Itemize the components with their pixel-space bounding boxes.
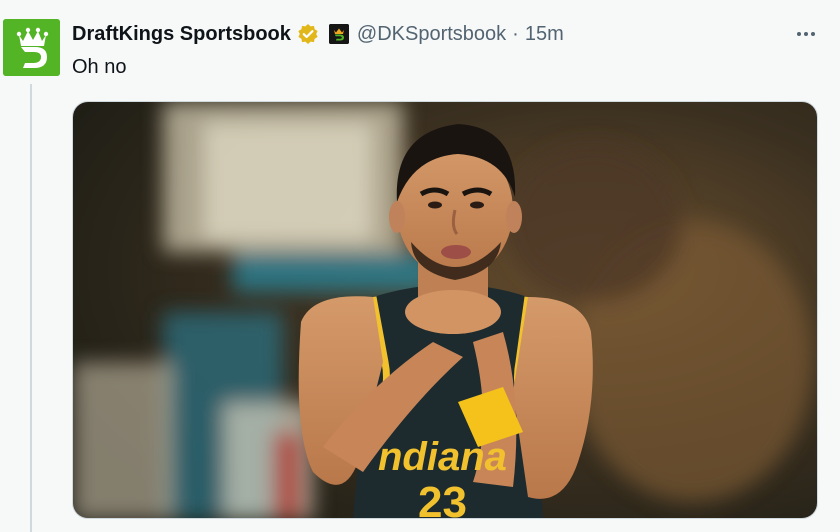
timestamp[interactable]: 15m — [525, 23, 564, 46]
tweet-header: DraftKings Sportsbook @DKSportsbook · 15… — [72, 20, 564, 48]
affiliate-badge-icon[interactable] — [328, 24, 349, 44]
jersey-text: ndiana — [378, 435, 507, 479]
handle[interactable]: @DKSportsbook — [357, 23, 506, 46]
avatar[interactable] — [3, 19, 60, 76]
tweet-media-image[interactable]: ndiana 23 — [72, 101, 818, 519]
jersey-number: 23 — [418, 478, 467, 519]
more-dots-icon[interactable] — [794, 22, 818, 46]
tweet-text: Oh no — [72, 56, 127, 78]
thread-line — [30, 84, 32, 532]
draftkings-crown-logo-icon — [3, 19, 60, 76]
verified-badge-icon[interactable] — [297, 23, 319, 45]
display-name[interactable]: DraftKings Sportsbook — [72, 23, 291, 46]
separator-dot: · — [512, 22, 519, 45]
